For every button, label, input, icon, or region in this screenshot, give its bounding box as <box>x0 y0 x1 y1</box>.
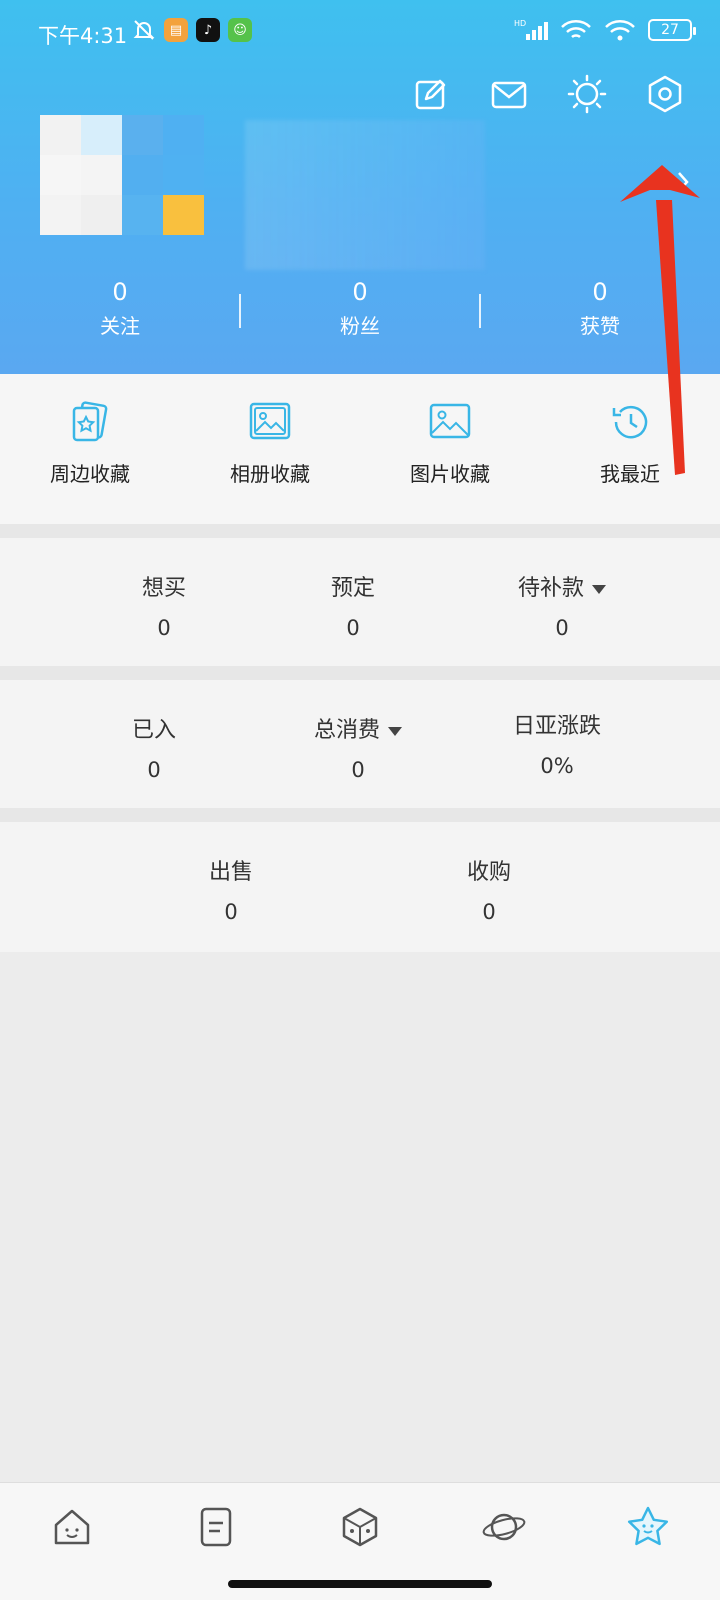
tiktok-icon: ♪ <box>196 18 220 42</box>
cell-value: 0 <box>147 758 161 782</box>
empty-area <box>0 952 720 1482</box>
cell-value: 0 <box>555 616 569 640</box>
nav-home[interactable] <box>0 1483 144 1600</box>
mail-icon <box>491 81 527 109</box>
shortcut-merch-collection[interactable]: 周边收藏 <box>0 374 180 524</box>
notes-icon <box>200 1507 232 1547</box>
nav-profile[interactable] <box>576 1483 720 1600</box>
bell-off-icon <box>133 20 155 40</box>
planet-icon <box>482 1513 526 1541</box>
stat-label: 获赞 <box>580 314 620 338</box>
reserved[interactable]: 预定 0 <box>293 570 413 640</box>
cell-value: 0 <box>224 900 238 924</box>
cell-label: 总消费 <box>313 718 380 743</box>
section-divider <box>0 808 720 822</box>
home-indicator[interactable] <box>228 1580 492 1588</box>
stat-value: 0 <box>112 278 128 306</box>
stat-following[interactable]: 0 关注 <box>0 278 240 344</box>
stat-divider <box>479 294 481 328</box>
cell-value: 0% <box>540 754 574 778</box>
status-bar: 下午4:31 ▤ ♪ ☺ HD 27 <box>0 0 720 66</box>
theme-button[interactable] <box>548 72 626 116</box>
spending-panel: 已入 0 总消费 0 日亚涨跌 0% <box>0 680 720 808</box>
home-icon <box>54 1509 90 1545</box>
cell-label: 待补款 <box>517 576 584 601</box>
edit-icon <box>415 79 446 110</box>
dropdown-caret-icon[interactable] <box>388 726 402 736</box>
shortcut-album-collection[interactable]: 相册收藏 <box>180 374 360 524</box>
cell-value: 0 <box>346 616 360 640</box>
cell-value: 0 <box>482 900 496 924</box>
jp-amazon-price-change[interactable]: 日亚涨跌 0% <box>482 708 632 778</box>
trade-panel: 出售 0 收购 0 <box>0 822 720 952</box>
header-actions <box>392 72 704 116</box>
avatar[interactable] <box>40 115 205 235</box>
cell-label-wrap: 待补款 <box>492 570 632 602</box>
signal-icon: HD <box>514 19 548 40</box>
cell-value: 0 <box>351 758 365 782</box>
stat-value: 0 <box>352 278 368 306</box>
app-notification-icon: ▤ <box>164 18 188 42</box>
shortcut-label: 相册收藏 <box>230 462 310 486</box>
image-icon <box>429 403 471 439</box>
cell-label-wrap: 总消费 <box>283 712 433 744</box>
profile-detail-link[interactable] <box>676 170 690 194</box>
section-divider <box>0 524 720 538</box>
svg-text:HD: HD <box>514 19 526 28</box>
total-spending[interactable]: 总消费 0 <box>283 712 433 782</box>
cell-label: 预定 <box>330 576 375 601</box>
edit-button[interactable] <box>392 72 470 116</box>
shortcut-recent[interactable]: 我最近 <box>540 374 720 524</box>
selling[interactable]: 出售 0 <box>171 854 291 924</box>
profile-header: 下午4:31 ▤ ♪ ☺ HD 27 0 关注 0 粉丝 0 获赞 <box>0 0 720 374</box>
cell-label: 出售 <box>208 860 253 885</box>
shortcut-label: 周边收藏 <box>50 462 130 486</box>
username-blurred <box>245 120 485 270</box>
settings-icon <box>648 75 682 113</box>
messages-button[interactable] <box>470 72 548 116</box>
settings-button[interactable] <box>626 72 704 116</box>
shortcut-image-collection[interactable]: 图片收藏 <box>360 374 540 524</box>
shortcut-label: 图片收藏 <box>410 462 490 486</box>
cards-star-icon <box>72 401 108 442</box>
dropdown-caret-icon[interactable] <box>592 584 606 594</box>
dice-icon <box>342 1507 378 1547</box>
collection-shortcuts: 周边收藏 相册收藏 图片收藏 我最近 <box>0 374 720 524</box>
stat-label: 关注 <box>100 314 140 338</box>
profile-stats: 0 关注 0 粉丝 0 获赞 <box>0 278 720 344</box>
status-time: 下午4:31 <box>38 24 128 48</box>
stat-fans[interactable]: 0 粉丝 <box>240 278 480 344</box>
status-notifications: ▤ ♪ ☺ <box>132 18 252 42</box>
acquired[interactable]: 已入 0 <box>94 712 214 782</box>
stat-likes[interactable]: 0 获赞 <box>480 278 720 344</box>
album-icon <box>249 402 291 440</box>
cell-value: 0 <box>157 616 171 640</box>
purchase-plan-panel: 想买 0 预定 0 待补款 0 <box>0 538 720 666</box>
robot-app-icon: ☺ <box>228 18 252 42</box>
shortcut-label: 我最近 <box>600 462 660 486</box>
theme-icon <box>567 74 607 114</box>
cell-label: 想买 <box>141 576 186 601</box>
wifi-4g-icon <box>605 20 635 41</box>
cell-label: 收购 <box>466 860 511 885</box>
battery-indicator: 27 <box>648 19 696 41</box>
cell-label: 日亚涨跌 <box>512 714 601 739</box>
buying[interactable]: 收购 0 <box>429 854 549 924</box>
history-icon <box>612 405 648 439</box>
cell-label: 已入 <box>131 718 176 743</box>
wifi-icon <box>561 20 591 39</box>
want-to-buy[interactable]: 想买 0 <box>104 570 224 640</box>
stat-divider <box>239 294 241 328</box>
stat-value: 0 <box>592 278 608 306</box>
chevron-right-icon <box>678 172 689 192</box>
star-icon <box>627 1506 669 1546</box>
status-system-icons: HD 27 <box>514 18 696 42</box>
section-divider <box>0 666 720 680</box>
stat-label: 粉丝 <box>340 314 380 338</box>
pending-payment[interactable]: 待补款 0 <box>492 570 632 640</box>
